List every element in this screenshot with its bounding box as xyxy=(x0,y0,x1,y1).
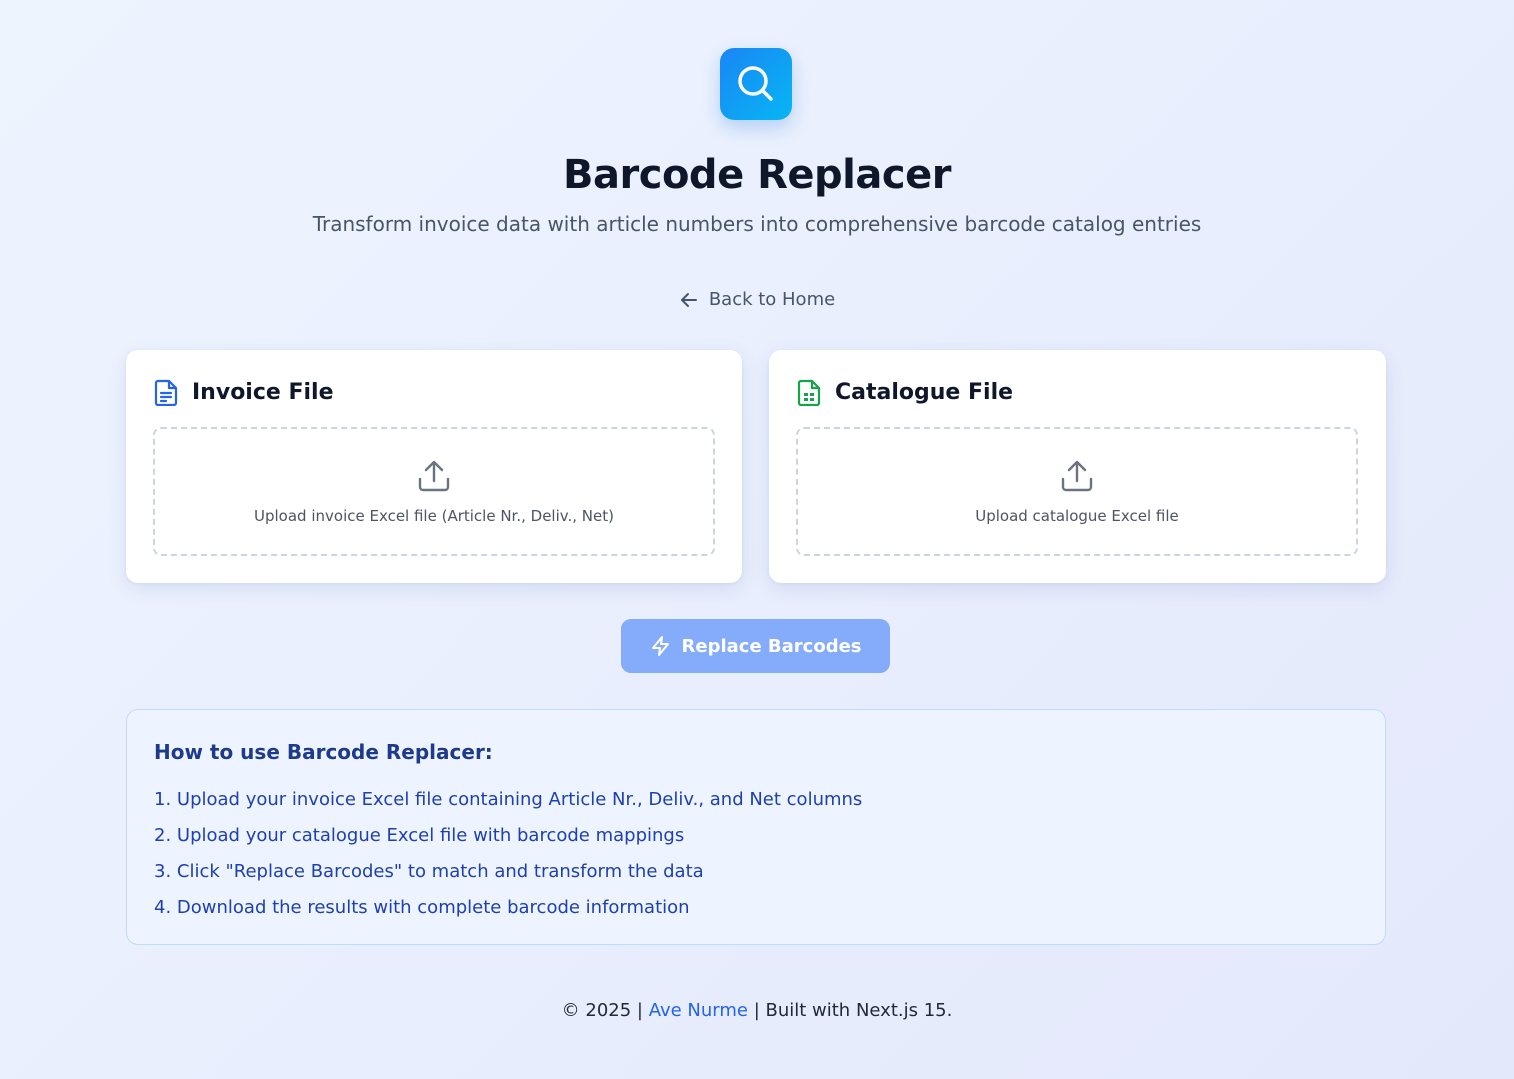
footer: © 2025 | Ave Nurme | Built with Next.js … xyxy=(0,1000,1514,1021)
catalogue-upload-dropzone[interactable]: Upload catalogue Excel file xyxy=(796,427,1358,556)
footer-built-with: | Built with Next.js 15. xyxy=(747,1000,953,1021)
invoice-file-card: Invoice File Upload invoice Excel file (… xyxy=(126,350,742,583)
page-title: Barcode Replacer xyxy=(563,152,951,198)
arrow-left-icon xyxy=(680,292,697,307)
footer-author-link[interactable]: Ave Nurme xyxy=(649,1000,748,1021)
app-logo xyxy=(720,48,792,120)
invoice-upload-dropzone[interactable]: Upload invoice Excel file (Article Nr., … xyxy=(153,427,715,556)
catalogue-card-header: Catalogue File xyxy=(797,378,1013,406)
catalogue-card-title: Catalogue File xyxy=(835,379,1014,405)
instruction-step: 4. Download the results with complete ba… xyxy=(154,897,690,918)
invoice-card-title: Invoice File xyxy=(192,379,334,405)
back-to-home-label: Back to Home xyxy=(708,289,836,310)
instruction-step: 3. Click "Replace Barcodes" to match and… xyxy=(154,861,704,882)
instruction-step: 2. Upload your catalogue Excel file with… xyxy=(154,825,685,846)
back-to-home-link[interactable]: Back to Home xyxy=(0,289,1514,310)
invoice-card-header: Invoice File xyxy=(154,378,334,406)
replace-barcodes-label: Replace Barcodes xyxy=(681,635,862,657)
upload-icon xyxy=(418,460,450,491)
instructions-title: How to use Barcode Replacer: xyxy=(154,740,493,764)
footer-copyright: © 2025 | xyxy=(561,1000,649,1021)
page-subtitle: Transform invoice data with article numb… xyxy=(312,212,1202,236)
catalogue-file-card: Catalogue File Upload catalogue Excel fi… xyxy=(769,350,1386,583)
instruction-step: 1. Upload your invoice Excel file contai… xyxy=(154,789,863,810)
search-icon xyxy=(738,66,773,101)
upload-icon xyxy=(1061,460,1093,491)
replace-barcodes-button[interactable]: Replace Barcodes xyxy=(621,619,890,673)
catalogue-upload-text: Upload catalogue Excel file xyxy=(975,506,1179,525)
invoice-upload-text: Upload invoice Excel file (Article Nr., … xyxy=(254,506,614,525)
spreadsheet-icon xyxy=(797,379,821,406)
lightning-icon xyxy=(651,636,669,656)
instructions-panel: How to use Barcode Replacer: 1. Upload y… xyxy=(126,709,1386,945)
document-icon xyxy=(154,379,178,406)
